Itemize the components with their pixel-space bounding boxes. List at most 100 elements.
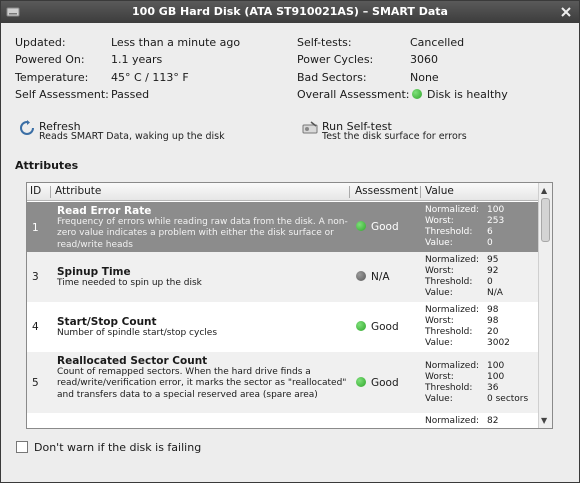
threshold-value: 20	[487, 327, 499, 337]
row-id: 4	[32, 321, 39, 333]
table-row[interactable]: 5 Reallocated Sector Count Count of rema…	[27, 352, 539, 413]
row-attribute-description: Number of spindle start/stop cycles	[57, 328, 218, 338]
threshold-value: 0	[487, 277, 493, 287]
scrollbar-thumb[interactable]	[541, 198, 550, 242]
healthy-status-icon	[412, 89, 422, 99]
good-status-icon	[356, 377, 366, 387]
row-attribute-description: Frequency of errors while reading raw da…	[57, 217, 348, 250]
power-cycles-label: Power Cycles:	[297, 53, 374, 66]
normalized-value: 100	[487, 361, 505, 371]
good-status-icon	[356, 221, 366, 231]
row-attribute-name: Reallocated Sector Count	[57, 355, 208, 367]
dont-warn-checkbox[interactable]: Don't warn if the disk is failing	[16, 441, 201, 454]
row-attribute-name: Start/Stop Count	[57, 316, 157, 328]
updated-value: Less than a minute ago	[111, 36, 241, 49]
raw-value: 3002	[487, 338, 510, 348]
threshold-label: Threshold:	[425, 327, 473, 337]
worst-value: 100	[487, 372, 505, 382]
table-row[interactable]: 3 Spinup Time Time needed to spin up the…	[27, 252, 539, 302]
self-tests-value: Cancelled	[410, 36, 465, 49]
attributes-table[interactable]: ID Attribute Assessment Value 1 Read Err…	[26, 182, 553, 429]
close-icon[interactable]	[559, 5, 573, 19]
table-header: ID Attribute Assessment Value	[27, 183, 539, 201]
threshold-label: Threshold:	[425, 227, 473, 237]
window-title: 100 GB Hard Disk (ATA ST910021AS) – SMAR…	[132, 5, 448, 18]
column-header-id[interactable]: ID	[30, 185, 41, 197]
worst-label: Worst:	[425, 266, 454, 276]
good-status-icon	[356, 321, 366, 331]
row-assessment: N/A	[356, 271, 390, 283]
raw-value: 0 sectors	[487, 394, 529, 404]
attributes-heading: Attributes	[15, 159, 79, 172]
row-id: 3	[32, 271, 39, 283]
row-attribute-name: Spinup Time	[57, 266, 131, 278]
row-values: Normalized: 82	[425, 416, 498, 427]
table-row[interactable]: Normalized: 82	[27, 413, 539, 428]
self-assessment-label: Self Assessment:	[15, 88, 109, 101]
normalized-label: Normalized:	[425, 255, 480, 265]
table-scrollbar[interactable]: ▲ ▼	[538, 183, 552, 428]
value-label: Value:	[425, 394, 453, 404]
run-self-test-description: Test the disk surface for errors	[322, 131, 467, 142]
row-attribute-name: Read Error Rate	[57, 205, 152, 217]
run-self-test-button[interactable]: Run Self-test Test the disk surface for …	[302, 120, 502, 144]
column-separator	[50, 186, 51, 198]
row-assessment: Good	[356, 321, 399, 333]
overall-assessment-text: Disk is healthy	[427, 88, 508, 101]
threshold-label: Threshold:	[425, 277, 473, 287]
raw-value: 0	[487, 238, 493, 248]
row-assessment-text: Good	[371, 377, 399, 389]
column-separator	[420, 186, 421, 198]
powered-on-value: 1.1 years	[111, 53, 163, 66]
normalized-value: 95	[487, 255, 499, 265]
table-row[interactable]: 4 Start/Stop Count Number of spindle sta…	[27, 302, 539, 352]
value-label: Value:	[425, 238, 453, 248]
normalized-value: 100	[487, 205, 505, 215]
scroll-up-icon[interactable]: ▲	[541, 186, 547, 195]
row-values: Normalized: 100 Worst: 253 Threshold: 6 Val…	[425, 205, 504, 249]
title-bar: 100 GB Hard Disk (ATA ST910021AS) – SMAR…	[1, 1, 579, 23]
column-header-value[interactable]: Value	[425, 185, 454, 197]
threshold-label: Threshold:	[425, 383, 473, 393]
row-assessment: Good	[356, 377, 399, 389]
refresh-button[interactable]: Refresh Reads SMART Data, waking up the …	[19, 120, 239, 144]
temperature-value: 45° C / 113° F	[111, 71, 189, 84]
normalized-value: 98	[487, 305, 499, 315]
overall-assessment-label: Overall Assessment:	[297, 88, 410, 101]
checkbox-box[interactable]	[16, 441, 28, 453]
dont-warn-label: Don't warn if the disk is failing	[34, 441, 202, 454]
threshold-value: 6	[487, 227, 493, 237]
bad-sectors-value: None	[410, 71, 439, 84]
row-assessment: Good	[356, 221, 399, 233]
row-assessment-text: N/A	[371, 271, 390, 283]
worst-label: Worst:	[425, 372, 454, 382]
normalized-label: Normalized:	[425, 305, 480, 315]
worst-value: 92	[487, 266, 499, 276]
row-values: Normalized: 98 Worst: 98 Threshold: 20 Valu…	[425, 305, 510, 349]
column-separator	[349, 186, 350, 198]
table-row[interactable]: 1 Read Error Rate Frequency of errors wh…	[27, 202, 539, 252]
column-header-assessment[interactable]: Assessment	[355, 185, 418, 197]
worst-value: 98	[487, 316, 499, 326]
row-values: Normalized: 95 Worst: 92 Threshold: 0 Value…	[425, 255, 503, 299]
row-id: 1	[32, 222, 39, 234]
scroll-down-icon[interactable]: ▼	[541, 416, 547, 425]
row-assessment-text: Good	[371, 321, 399, 333]
refresh-description: Reads SMART Data, waking up the disk	[39, 131, 225, 142]
row-id: 5	[32, 377, 39, 389]
normalized-label: Normalized:	[425, 416, 480, 426]
self-assessment-value: Passed	[111, 88, 150, 101]
value-label: Value:	[425, 338, 453, 348]
worst-label: Worst:	[425, 316, 454, 326]
worst-value: 253	[487, 216, 505, 226]
column-header-attribute[interactable]: Attribute	[55, 185, 101, 197]
row-assessment-text: Good	[371, 221, 399, 233]
powered-on-label: Powered On:	[15, 53, 85, 66]
updated-label: Updated:	[15, 36, 66, 49]
bad-sectors-label: Bad Sectors:	[297, 71, 367, 84]
row-attribute-description: Time needed to spin up the disk	[57, 278, 202, 288]
worst-label: Worst:	[425, 216, 454, 226]
refresh-icon	[20, 120, 34, 135]
raw-value: N/A	[487, 288, 503, 298]
threshold-value: 36	[487, 383, 499, 393]
